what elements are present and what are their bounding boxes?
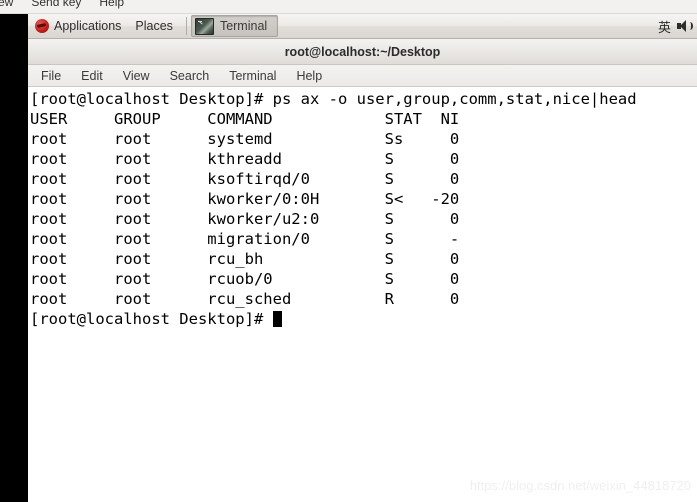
terminal-menu-help[interactable]: Help xyxy=(286,66,332,86)
host-menu-send-key[interactable]: Send key xyxy=(22,0,90,8)
terminal-menu-file[interactable]: File xyxy=(31,66,71,86)
terminal-icon xyxy=(194,17,214,35)
terminal-line-row: root root systemd Ss 0 xyxy=(30,130,460,148)
fedora-logo-icon xyxy=(35,19,49,33)
host-menu-help[interactable]: Help xyxy=(90,0,133,8)
terminal-line-header: USER GROUP COMMAND STAT NI xyxy=(30,110,460,128)
terminal-screen[interactable]: [root@localhost Desktop]# ps ax -o user,… xyxy=(28,87,697,501)
speaker-wave xyxy=(687,22,693,30)
terminal-titlebar[interactable]: root@localhost:~/Desktop xyxy=(28,39,697,65)
terminal-menu-edit[interactable]: Edit xyxy=(71,66,113,86)
host-menu-view[interactable]: ew xyxy=(0,0,22,8)
terminal-menu-terminal[interactable]: Terminal xyxy=(219,66,286,86)
terminal-line-row: root root rcu_bh S 0 xyxy=(30,250,460,268)
terminal-line-row: root root kthreadd S 0 xyxy=(30,150,460,168)
terminal-menu-search[interactable]: Search xyxy=(160,66,220,86)
terminal-title: root@localhost:~/Desktop xyxy=(284,44,441,59)
watermark-text: https://blog.csdn.net/weixin_44818720 xyxy=(469,478,691,493)
terminal-menu-view[interactable]: View xyxy=(113,66,160,86)
speaker-cone xyxy=(680,20,686,32)
terminal-line-row: root root rcuob/0 S 0 xyxy=(30,270,460,288)
terminal-window: root@localhost:~/Desktop File Edit View … xyxy=(28,39,697,502)
terminal-line-row: root root kworker/0:0H S< -20 xyxy=(30,190,460,208)
terminal-line-row: root root migration/0 S - xyxy=(30,230,460,248)
gnome-top-panel: Applications Places Terminal 英 xyxy=(28,14,697,39)
terminal-cursor xyxy=(272,311,282,327)
terminal-line-row: root root rcu_sched R 0 xyxy=(30,290,460,308)
terminal-line-command: [root@localhost Desktop]# ps ax -o user,… xyxy=(30,90,637,108)
volume-speaker-icon[interactable] xyxy=(677,19,693,33)
taskbar-item-terminal-label: Terminal xyxy=(219,19,268,33)
panel-status-area: 英 xyxy=(658,17,697,36)
panel-separator xyxy=(185,17,187,35)
terminal-prompt: [root@localhost Desktop]# xyxy=(30,310,273,328)
terminal-prompt-line: [root@localhost Desktop]# xyxy=(30,309,697,329)
taskbar-item-terminal[interactable]: Terminal xyxy=(190,15,279,37)
input-method-indicator[interactable]: 英 xyxy=(658,17,671,36)
panel-places-menu[interactable]: Places xyxy=(128,14,180,38)
panel-applications-menu[interactable]: Applications xyxy=(28,14,128,38)
panel-places-label: Places xyxy=(135,19,173,33)
desktop-background-strip xyxy=(0,14,28,502)
terminal-line-row: root root kworker/u2:0 S 0 xyxy=(30,210,460,228)
terminal-line-row: root root ksoftirqd/0 S 0 xyxy=(30,170,460,188)
terminal-menubar: File Edit View Search Terminal Help xyxy=(28,65,697,87)
panel-applications-label: Applications xyxy=(54,19,122,33)
host-app-menubar: ew Send key Help xyxy=(0,0,697,14)
